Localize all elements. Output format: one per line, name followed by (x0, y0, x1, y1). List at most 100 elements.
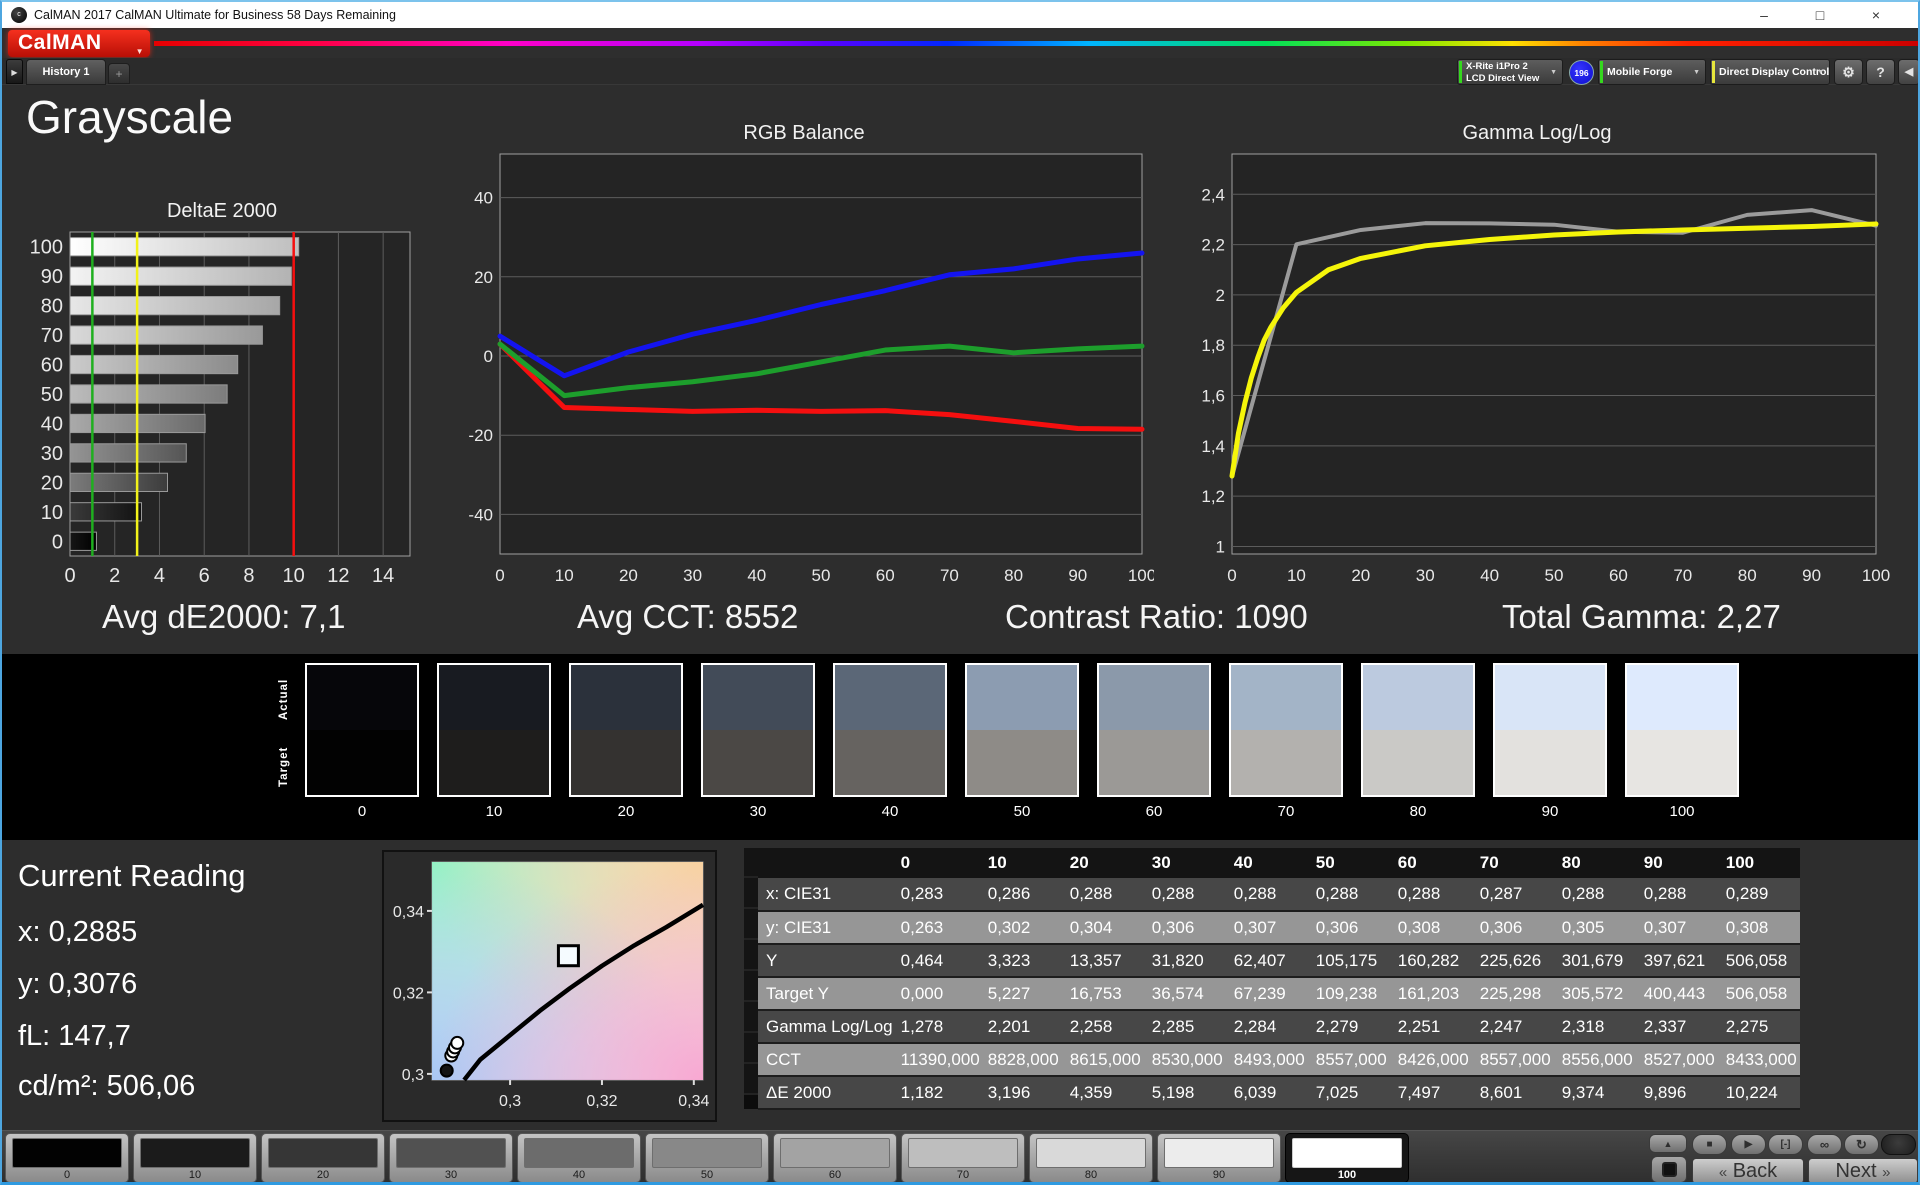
meter-selector[interactable]: X-Rite i1Pro 2 LCD Direct View ▼ (1457, 59, 1563, 85)
svg-text:0,3: 0,3 (402, 1067, 424, 1084)
table-cell: 8615,000 (1061, 1043, 1144, 1077)
arrow-up-icon: ▲ (1663, 1139, 1673, 1149)
settings-button[interactable]: ⚙ (1834, 59, 1863, 85)
deltae-chart-title: DeltaE 2000 (166, 200, 278, 222)
patch-color-chip (908, 1138, 1018, 1168)
source-selector[interactable]: Mobile Forge ▼ (1598, 59, 1706, 85)
minimize-button[interactable]: – (1742, 2, 1786, 28)
table-cell: 225,626 (1471, 944, 1554, 978)
collapse-panel-button[interactable]: ◀ (1898, 59, 1918, 85)
patch-window-button[interactable] (1651, 1156, 1687, 1182)
avg-de2000-stat: Avg dE2000: 7,1 (102, 598, 346, 635)
patch-button-10[interactable]: 10 (133, 1133, 257, 1182)
table-cell: 0,286 (979, 878, 1062, 912)
loop-button[interactable]: ∞ (1807, 1134, 1842, 1155)
table-column-header: 50 (1307, 848, 1390, 878)
table-cell: 0,306 (1143, 911, 1226, 945)
patch-button-70[interactable]: 70 (901, 1133, 1025, 1182)
maximize-button[interactable]: □ (1798, 2, 1842, 28)
next-label: Next (1835, 1160, 1877, 1182)
table-column-header: 60 (1389, 848, 1472, 878)
table-row: Y 0,464 3,323 13,357 31,820 62,407 105,175 160,… (758, 944, 1800, 978)
patch-panel-up-button[interactable]: ▲ (1649, 1134, 1687, 1153)
svg-text:90: 90 (1802, 566, 1821, 585)
patch-button-80[interactable]: 80 (1029, 1133, 1153, 1182)
grayscale-swatch: 80 (1361, 663, 1475, 820)
swatch-label: 20 (617, 803, 635, 820)
patch-button-60[interactable]: 60 (773, 1133, 897, 1182)
table-cell: 506,058 (1717, 977, 1800, 1011)
swatch-target-color (1627, 730, 1737, 795)
patch-button-20[interactable]: 20 (261, 1133, 385, 1182)
meter-line2: LCD Direct View (1466, 73, 1540, 84)
play-button[interactable]: ▶ (1731, 1134, 1766, 1155)
table-cell: 4,359 (1061, 1076, 1144, 1110)
patch-button-0[interactable]: 0 (5, 1133, 129, 1182)
table-row: CCT 11390,000 8828,000 8615,000 8530,000 8493… (758, 1043, 1800, 1077)
table-cell: 0,287 (1471, 878, 1554, 912)
refresh-button[interactable]: ↻ (1844, 1134, 1879, 1155)
table-cell: 7,497 (1389, 1076, 1472, 1110)
svg-text:40: 40 (1480, 566, 1499, 585)
patch-button-label: 10 (188, 1169, 202, 1181)
patch-button-40[interactable]: 40 (517, 1133, 641, 1182)
patch-button-100[interactable]: 100 (1285, 1133, 1409, 1182)
stop-icon: ■ (1706, 1139, 1713, 1150)
patch-button-90[interactable]: 90 (1157, 1133, 1281, 1182)
table-cell: 0,288 (1225, 878, 1308, 912)
stop-button[interactable]: ■ (1692, 1134, 1727, 1155)
table-cell: 301,679 (1553, 944, 1636, 978)
swatch-target-color (307, 730, 417, 795)
patch-button-30[interactable]: 30 (389, 1133, 513, 1182)
meter-status-stripe (1459, 61, 1462, 83)
back-button[interactable]: « Back (1692, 1158, 1804, 1182)
range-button[interactable]: [-] (1768, 1134, 1803, 1155)
table-cell: 0,304 (1061, 911, 1144, 945)
swatch-label: 70 (1277, 803, 1295, 820)
meter-count-badge[interactable]: 196 (1569, 60, 1594, 85)
app-window: c CalMAN 2017 CalMAN Ultimate for Busine… (0, 0, 1920, 1185)
close-button[interactable]: × (1854, 2, 1898, 28)
table-cell: 225,298 (1471, 977, 1554, 1011)
infinity-icon: ∞ (1819, 1137, 1830, 1152)
table-column-header: 20 (1061, 848, 1144, 878)
table-cell: 0,305 (1553, 911, 1636, 945)
svg-text:20: 20 (619, 566, 638, 585)
table-cell: 2,284 (1225, 1010, 1308, 1044)
svg-text:0: 0 (484, 347, 493, 366)
total-gamma-stat: Total Gamma: 2,27 (1502, 598, 1781, 635)
table-column-header: 100 (1717, 848, 1800, 878)
display-control-selector[interactable]: Direct Display Control ▼ (1710, 59, 1830, 85)
svg-text:0,3: 0,3 (499, 1093, 521, 1110)
patch-color-chip (524, 1138, 634, 1168)
svg-text:100: 100 (1862, 566, 1890, 585)
table-row: ΔE 2000 1,182 3,196 4,359 5,198 6,039 7,025 7,4… (758, 1076, 1800, 1110)
svg-text:8: 8 (243, 565, 254, 587)
table-column-header: 30 (1143, 848, 1226, 878)
table-row-label: Y (758, 944, 893, 978)
current-reading-fl: fL: 147,7 (18, 1020, 131, 1052)
refresh-icon: ↻ (1856, 1137, 1867, 1152)
patch-color-chip (1036, 1138, 1146, 1168)
svg-text:0,34: 0,34 (393, 904, 424, 921)
add-tab-button[interactable]: + (108, 63, 130, 84)
display-control-label: Direct Display Control (1719, 66, 1830, 78)
calman-logo-menu[interactable]: CalMAN ▼ (8, 30, 150, 57)
next-button[interactable]: Next » (1808, 1158, 1918, 1182)
tab-history-1[interactable]: History 1 (26, 59, 106, 85)
swatch-target-color (439, 730, 549, 795)
table-cell: 0,306 (1307, 911, 1390, 945)
svg-text:2,2: 2,2 (1201, 236, 1225, 255)
table-cell: 2,337 (1635, 1010, 1718, 1044)
help-button[interactable]: ? (1866, 59, 1895, 85)
logo-row: CalMAN ▼ (2, 28, 1918, 58)
svg-text:30: 30 (41, 443, 63, 465)
table-cell: 0,288 (1389, 878, 1472, 912)
tab-scroll-button[interactable]: ▶ (6, 59, 23, 84)
patch-button-50[interactable]: 50 (645, 1133, 769, 1182)
swatch-strip: Actual Target 0 10 20 30 40 50 60 70 80 … (2, 654, 1918, 840)
table-row-label: y: CIE31 (758, 911, 893, 945)
table-cell: 8557,000 (1471, 1043, 1554, 1077)
table-cell: 7,025 (1307, 1076, 1390, 1110)
svg-text:1,6: 1,6 (1201, 387, 1225, 406)
